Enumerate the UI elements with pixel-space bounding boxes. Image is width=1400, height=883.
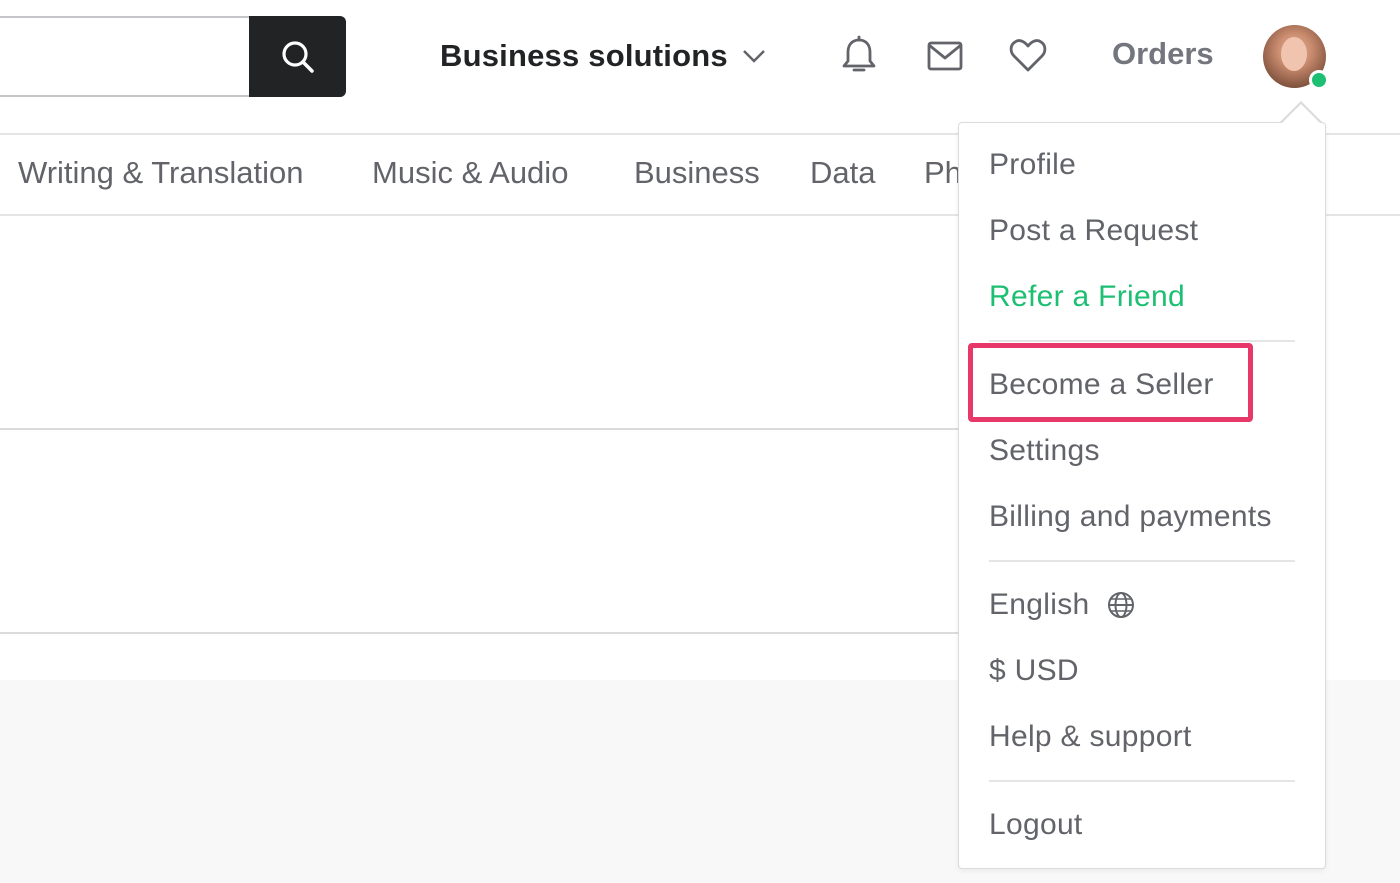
- search-input[interactable]: [0, 16, 252, 97]
- business-solutions-label: Business solutions: [440, 38, 728, 73]
- category-data[interactable]: Data: [810, 155, 875, 191]
- become-seller-highlight: [968, 343, 1253, 422]
- business-solutions-menu[interactable]: Business solutions: [440, 32, 766, 80]
- search-icon: [281, 40, 314, 73]
- envelope-icon: [927, 41, 963, 71]
- top-header: Business solutions Orders: [0, 0, 1400, 135]
- menu-item-refer-friend[interactable]: Refer a Friend: [989, 280, 1185, 314]
- notifications-button[interactable]: [837, 34, 881, 78]
- section-divider: [0, 632, 958, 634]
- online-status-dot: [1309, 70, 1329, 90]
- menu-divider: [989, 780, 1295, 782]
- orders-link[interactable]: Orders: [1112, 36, 1214, 72]
- bell-icon: [842, 35, 876, 72]
- section-divider: [0, 428, 958, 430]
- menu-item-currency[interactable]: $ USD: [989, 654, 1079, 688]
- menu-item-settings[interactable]: Settings: [989, 434, 1100, 468]
- menu-item-profile[interactable]: Profile: [989, 148, 1076, 182]
- globe-icon: [1107, 592, 1134, 618]
- heart-icon: [1009, 39, 1047, 72]
- menu-item-logout[interactable]: Logout: [989, 808, 1083, 842]
- category-business[interactable]: Business: [634, 155, 760, 191]
- messages-button[interactable]: [923, 34, 967, 78]
- menu-item-help[interactable]: Help & support: [989, 720, 1192, 754]
- search-button[interactable]: [249, 16, 346, 97]
- menu-divider: [989, 560, 1295, 562]
- language-label: English: [989, 588, 1090, 621]
- menu-item-billing[interactable]: Billing and payments: [989, 500, 1272, 534]
- page: Business solutions Orders Writing & Tran…: [0, 0, 1400, 883]
- menu-item-post-request[interactable]: Post a Request: [989, 214, 1198, 248]
- favorites-button[interactable]: [1006, 34, 1050, 78]
- menu-divider: [989, 340, 1295, 342]
- category-music-audio[interactable]: Music & Audio: [372, 155, 568, 191]
- category-photography[interactable]: Ph: [924, 155, 962, 191]
- category-writing-translation[interactable]: Writing & Translation: [18, 155, 303, 191]
- menu-item-language[interactable]: English: [989, 588, 1136, 622]
- avatar-face: [1281, 37, 1307, 71]
- chevron-down-icon: [742, 50, 765, 63]
- dropdown-arrow-fill: [1281, 104, 1321, 124]
- profile-dropdown-menu: Profile Post a Request Refer a Friend Be…: [958, 122, 1326, 869]
